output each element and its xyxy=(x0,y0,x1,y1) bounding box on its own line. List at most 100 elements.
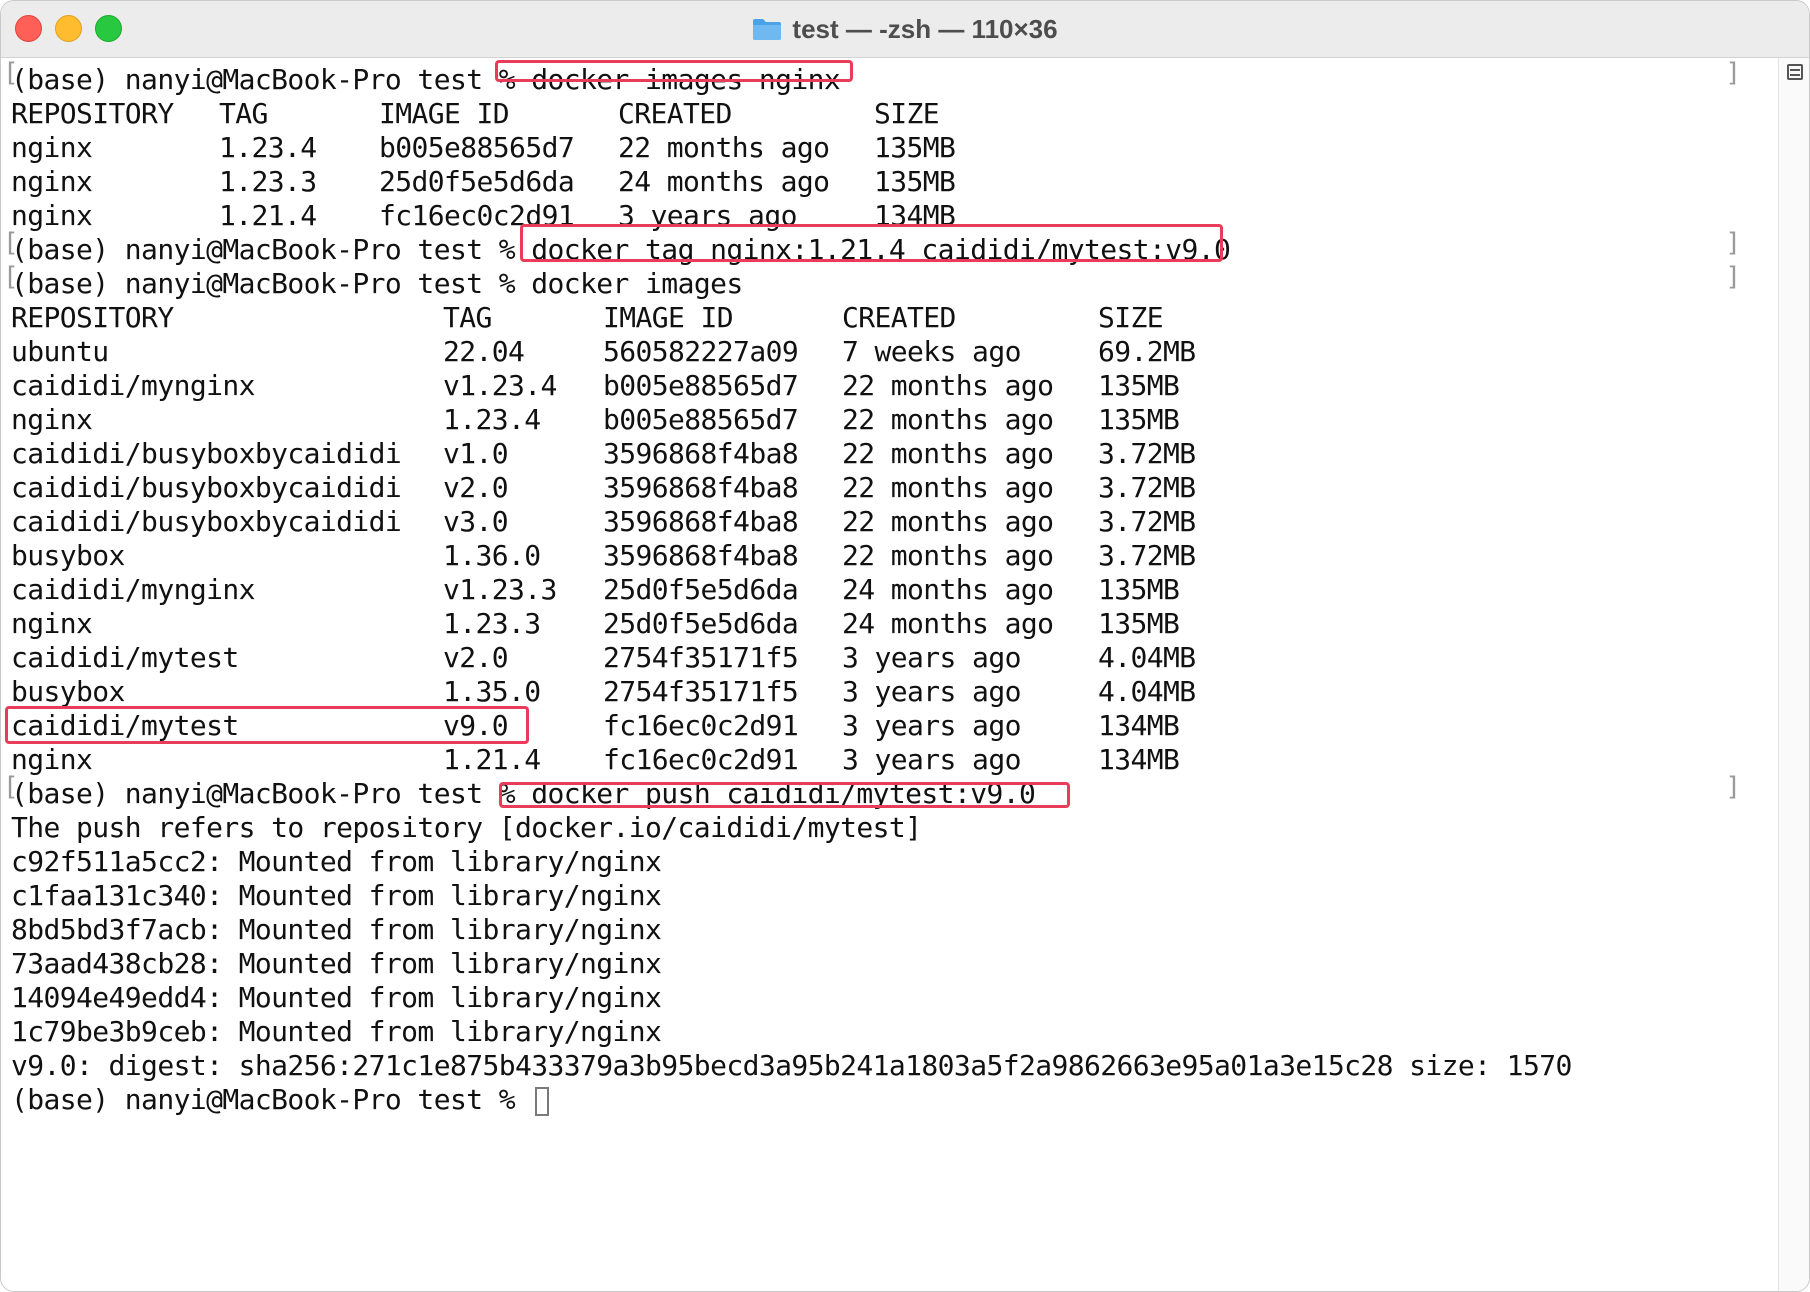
split-view-icon[interactable] xyxy=(1787,64,1803,80)
image-id-cell: b005e88565d7 xyxy=(603,369,799,402)
image-id-cell: 2754f35171f5 xyxy=(603,641,799,674)
created-cell: 22 months ago xyxy=(842,505,1054,538)
table-row: nginx 1.23.4 b005e88565d7 22 months ago 135M… xyxy=(11,403,1572,437)
output-line: v9.0: digest: sha256:271c1e875b433379a3b… xyxy=(11,1049,1572,1082)
size-cell: 4.04MB xyxy=(1098,641,1196,674)
table-row: caididi/mytest v2.0 2754f35171f5 3 years ag… xyxy=(11,641,1572,675)
tag-cell: 1.36.0 xyxy=(443,539,541,572)
header-cell: IMAGE ID xyxy=(379,97,510,130)
created-cell: 22 months ago xyxy=(842,471,1054,504)
size-cell: 135MB xyxy=(1098,573,1180,606)
window-title: test — -zsh — 110×36 xyxy=(792,13,1058,44)
zoom-button[interactable] xyxy=(95,15,122,42)
repo-cell: nginx xyxy=(11,131,93,164)
line-mark-right: ] xyxy=(1725,262,1741,292)
title-bar[interactable]: test — -zsh — 110×36 xyxy=(1,1,1809,58)
size-cell: 134MB xyxy=(1098,743,1180,776)
size-cell: 3.72MB xyxy=(1098,539,1196,572)
image-id-cell: b005e88565d7 xyxy=(603,403,799,436)
window-controls xyxy=(15,15,122,42)
image-id-cell: 3596868f4ba8 xyxy=(603,437,799,470)
line-mark-right: ] xyxy=(1725,228,1741,258)
output-line: c1faa131c340: Mounted from library/nginx xyxy=(11,879,662,912)
image-id-cell: 25d0f5e5d6da xyxy=(603,607,799,640)
created-cell: 3 years ago xyxy=(842,675,1021,708)
header-cell: REPOSITORY xyxy=(11,97,174,130)
repo-cell: nginx xyxy=(11,743,93,776)
table-row: nginx 1.23.4 b005e88565d7 22 months ago 135M… xyxy=(11,131,1572,165)
tag-cell: 1.23.4 xyxy=(443,403,541,436)
image-id-cell: fc16ec0c2d91 xyxy=(603,709,799,742)
created-cell: 3 years ago xyxy=(842,709,1021,742)
terminal-output: (base) nanyi@MacBook-Pro test % docker i… xyxy=(11,63,1572,1117)
folder-icon xyxy=(753,19,782,40)
tag-cell: 1.23.4 xyxy=(219,131,317,164)
created-cell: 3 years ago xyxy=(842,743,1021,776)
line-mark-right: ] xyxy=(1725,58,1741,88)
repo-cell: nginx xyxy=(11,165,93,198)
active-prompt-line[interactable]: (base) nanyi@MacBook-Pro test % xyxy=(11,1083,1572,1117)
table-row: caididi/mynginx v1.23.4 b005e88565d7 22 mon… xyxy=(11,369,1572,403)
close-button[interactable] xyxy=(15,15,42,42)
output-line: c92f511a5cc2: Mounted from library/nginx xyxy=(11,845,662,878)
table-row: nginx 1.23.3 25d0f5e5d6da 24 months ago 135M… xyxy=(11,607,1572,641)
image-id-cell: 3596868f4ba8 xyxy=(603,539,799,572)
text-cursor xyxy=(535,1086,550,1116)
repo-cell: caididi/busyboxbycaididi xyxy=(11,437,402,470)
output-line: 8bd5bd3f7acb: Mounted from library/nginx xyxy=(11,913,662,946)
output-line: 14094e49edd4: Mounted from library/nginx xyxy=(11,981,662,1014)
tag-cell: 1.21.4 xyxy=(219,199,317,232)
size-cell: 135MB xyxy=(874,165,956,198)
repo-cell: caididi/mynginx xyxy=(11,573,255,606)
size-cell: 3.72MB xyxy=(1098,471,1196,504)
size-cell: 135MB xyxy=(1098,607,1180,640)
header-cell: SIZE xyxy=(874,97,940,130)
created-cell: 22 months ago xyxy=(842,403,1054,436)
repo-cell: caididi/mynginx xyxy=(11,369,255,402)
line-mark-left: [ xyxy=(3,228,19,258)
created-cell: 22 months ago xyxy=(842,539,1054,572)
header-cell: TAG xyxy=(219,97,268,130)
tag-cell: v2.0 xyxy=(443,641,509,674)
tag-cell: 1.23.3 xyxy=(219,165,317,198)
image-id-cell: 25d0f5e5d6da xyxy=(379,165,575,198)
image-id-cell: b005e88565d7 xyxy=(379,131,575,164)
line-mark-right: ] xyxy=(1725,772,1741,802)
tag-cell: v3.0 xyxy=(443,505,509,538)
image-id-cell: 3596868f4ba8 xyxy=(603,471,799,504)
size-cell: 3.72MB xyxy=(1098,437,1196,470)
created-cell: 24 months ago xyxy=(618,165,830,198)
prompt: (base) nanyi@MacBook-Pro test % xyxy=(11,63,532,96)
size-cell: 135MB xyxy=(1098,403,1180,436)
table-row: caididi/busyboxbycaididi v1.0 3596868f4ba8… xyxy=(11,437,1572,471)
terminal-content[interactable]: (base) nanyi@MacBook-Pro test % docker i… xyxy=(1,58,1779,1291)
tag-cell: v1.23.4 xyxy=(443,369,557,402)
tag-cell: 22.04 xyxy=(443,335,525,368)
table-row: busybox 1.36.0 3596868f4ba8 22 months ago 3.… xyxy=(11,539,1572,573)
line-mark-left: [ xyxy=(3,772,19,802)
header-cell: TAG xyxy=(443,301,492,334)
repo-cell: caididi/busyboxbycaididi xyxy=(11,471,402,504)
line-mark-left: [ xyxy=(3,58,19,88)
size-cell: 69.2MB xyxy=(1098,335,1196,368)
tag-cell: 1.23.3 xyxy=(443,607,541,640)
prompt: (base) nanyi@MacBook-Pro test % xyxy=(11,233,532,266)
scrollbar[interactable] xyxy=(1778,58,1809,1291)
output-line: The push refers to repository [docker.io… xyxy=(11,811,922,844)
table-row: nginx 1.21.4 fc16ec0c2d91 3 years ago 134MB xyxy=(11,743,1572,777)
header-cell: IMAGE ID xyxy=(603,301,734,334)
header-cell: CREATED xyxy=(842,301,956,334)
command-text: docker images xyxy=(531,267,743,300)
prompt: (base) nanyi@MacBook-Pro test % xyxy=(11,777,532,810)
minimize-button[interactable] xyxy=(55,15,82,42)
tag-cell: v2.0 xyxy=(443,471,509,504)
header-cell: SIZE xyxy=(1098,301,1164,334)
repo-cell: caididi/mytest xyxy=(11,641,239,674)
table-row: caididi/busyboxbycaididi v2.0 3596868f4ba8… xyxy=(11,471,1572,505)
created-cell: 24 months ago xyxy=(842,607,1054,640)
table-row: nginx 1.23.3 25d0f5e5d6da 24 months ago 135M… xyxy=(11,165,1572,199)
output-line: 1c79be3b9ceb: Mounted from library/nginx xyxy=(11,1015,662,1048)
table-header: REPOSITORY TAG IMAGE ID CREATED SIZE xyxy=(11,97,1572,131)
line-mark-left: [ xyxy=(3,262,19,292)
repo-cell: busybox xyxy=(11,539,125,572)
